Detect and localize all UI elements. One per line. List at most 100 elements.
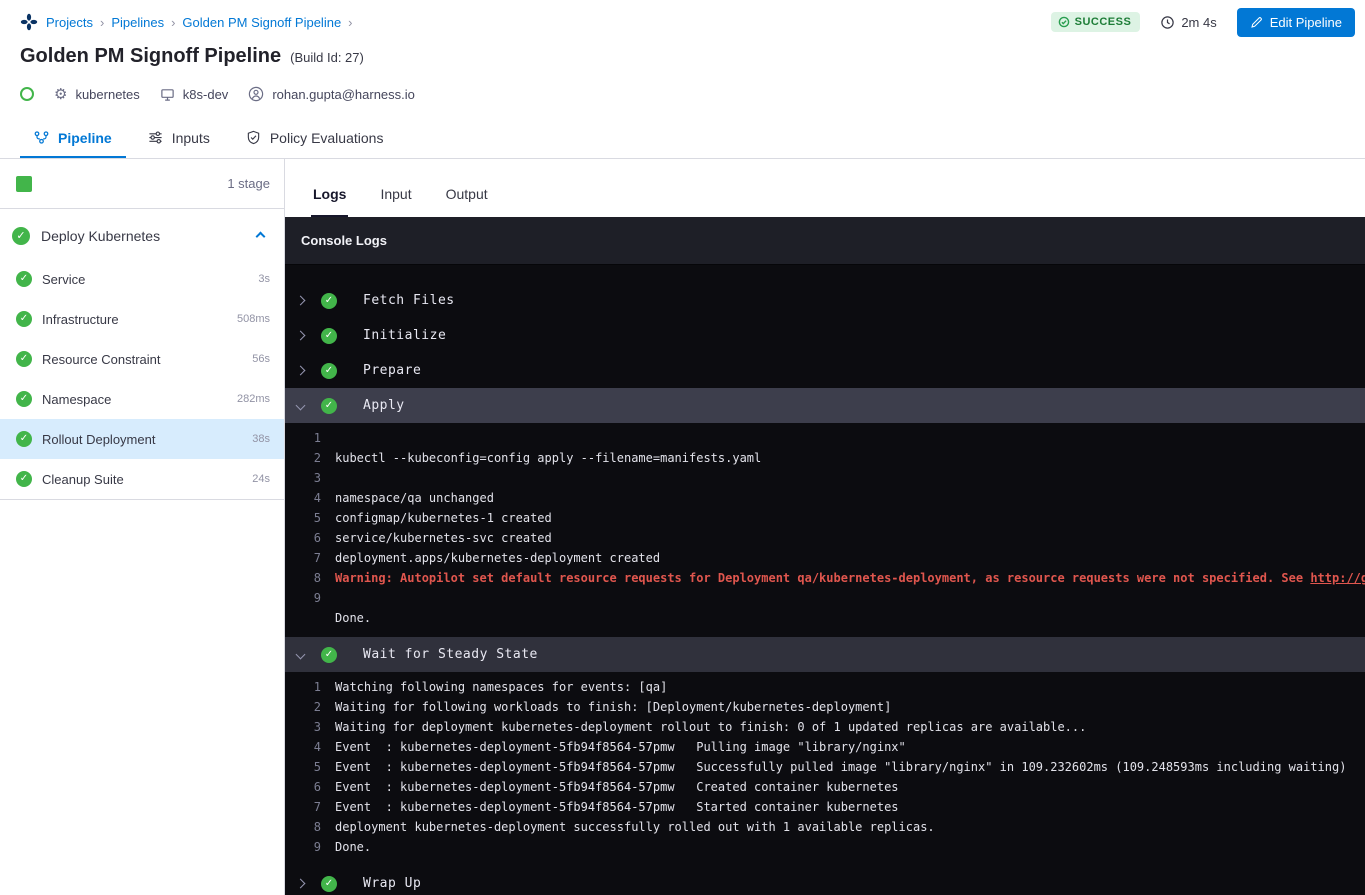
log-line-number: 3 (291, 720, 321, 734)
environment-label: k8s-dev (183, 87, 229, 102)
step-success-icon: ✓ (16, 271, 32, 287)
tab-input[interactable]: Input (378, 186, 413, 217)
log-line: 9Done. (285, 837, 1365, 857)
log-line: 9 (285, 588, 1365, 608)
stage-count-label: 1 stage (227, 176, 270, 191)
chevron-right-icon[interactable] (293, 332, 307, 339)
policy-shield-icon (246, 130, 261, 145)
log-section-prepare[interactable]: ✓Prepare (285, 353, 1365, 388)
log-line: 5configmap/kubernetes-1 created (285, 508, 1365, 528)
pencil-icon (1250, 16, 1263, 29)
log-line-number: 6 (291, 780, 321, 794)
step-success-icon: ✓ (16, 431, 32, 447)
success-check-icon (1058, 16, 1070, 28)
tab-inputs[interactable]: Inputs (134, 119, 224, 158)
log-line: 4Event : kubernetes-deployment-5fb94f856… (285, 737, 1365, 757)
chevron-right-icon[interactable] (293, 880, 307, 887)
edit-pipeline-button[interactable]: Edit Pipeline (1237, 8, 1355, 37)
log-line: 3 Waiting for deployment kubernetes-deplo… (285, 717, 1365, 737)
tab-policy-evaluations[interactable]: Policy Evaluations (232, 119, 398, 158)
log-section-name: Fetch Files (363, 293, 455, 308)
build-id: (Build Id: 27) (290, 50, 364, 65)
chevron-shape (295, 650, 305, 660)
log-line-number: 8 (291, 571, 321, 585)
chevron-shape (295, 366, 305, 376)
step-success-icon: ✓ (16, 471, 32, 487)
stage-count-row: 1 stage (0, 159, 284, 209)
step-row-cleanup-suite[interactable]: ✓Cleanup Suite24s (0, 459, 284, 499)
log-lines-wait-for-steady-state: 1Watching following namespaces for event… (285, 672, 1365, 866)
log-line: 4namespace/qa unchanged (285, 488, 1365, 508)
step-row-resource-constraint[interactable]: ✓Resource Constraint56s (0, 339, 284, 379)
log-section-name: Initialize (363, 328, 446, 343)
log-line: 1 (285, 428, 1365, 448)
section-success-icon: ✓ (321, 398, 337, 414)
breadcrumb-pipeline-name[interactable]: Golden PM Signoff Pipeline (182, 15, 341, 30)
tab-logs[interactable]: Logs (311, 186, 348, 217)
environment: k8s-dev (160, 87, 229, 102)
step-name: Cleanup Suite (42, 472, 124, 487)
log-section-wait-for-steady-state[interactable]: ✓Wait for Steady State (285, 637, 1365, 672)
stage-header-deploy-kubernetes[interactable]: ✓ Deploy Kubernetes (0, 209, 284, 259)
log-line: 8deployment kubernetes-deployment succes… (285, 817, 1365, 837)
step-row-service[interactable]: ✓Service3s (0, 259, 284, 299)
log-line: 7 deployment.apps/kubernetes-deployment c… (285, 548, 1365, 568)
status-badge: SUCCESS (1051, 12, 1141, 32)
log-line-number: 8 (291, 820, 321, 834)
log-line-number: 1 (291, 431, 321, 445)
chevron-right-icon[interactable] (293, 367, 307, 374)
log-line-number: 9 (291, 591, 321, 605)
chevron-up-icon (256, 232, 266, 242)
breadcrumb-pipelines[interactable]: Pipelines (111, 15, 164, 30)
console-title: Console Logs (301, 233, 387, 248)
step-success-icon: ✓ (16, 311, 32, 327)
log-section-initialize[interactable]: ✓ Initialize (285, 318, 1365, 353)
section-success-icon: ✓ (321, 328, 337, 344)
log-line-text: Done. (335, 840, 371, 854)
tab-output[interactable]: Output (444, 186, 490, 217)
log-line-text: Event : kubernetes-deployment-5fb94f8564… (335, 780, 899, 794)
section-success-icon: ✓ (321, 363, 337, 379)
log-line: 2kubectl --kubeconfig=config apply --fil… (285, 448, 1365, 468)
log-line-number: 5 (291, 760, 321, 774)
log-link[interactable]: http://g (1310, 571, 1365, 585)
chevron-right-icon[interactable] (293, 297, 307, 304)
tab-pipeline-label: Pipeline (58, 130, 112, 146)
stage-sidebar: 1 stage ✓ Deploy Kubernetes ✓Service3s✓I… (0, 159, 285, 895)
breadcrumb-projects[interactable]: Projects (46, 15, 93, 30)
log-section-apply[interactable]: ✓ Apply (285, 388, 1365, 423)
step-row-rollout-deployment[interactable]: ✓Rollout Deployment38s (0, 419, 284, 459)
log-line-number: 7 (291, 551, 321, 565)
header-actions: SUCCESS 2m 4s Edit Pipeline (1051, 8, 1355, 37)
step-row-namespace[interactable]: ✓Namespace282ms (0, 379, 284, 419)
log-line-text: Waiting for deployment kubernetes-deploy… (335, 720, 1086, 734)
step-duration: 38s (252, 433, 270, 445)
chevron-down-icon[interactable] (293, 402, 307, 409)
step-success-icon: ✓ (16, 391, 32, 407)
chevron-down-icon[interactable] (293, 651, 307, 658)
step-row-infrastructure[interactable]: ✓Infrastructure508ms (0, 299, 284, 339)
log-section-wrap-up[interactable]: ✓Wrap Up (285, 866, 1365, 895)
gear-icon: ⚙ (54, 87, 67, 102)
log-line-text: Event : kubernetes-deployment-5fb94f8564… (335, 760, 1346, 774)
collapse-stage-button[interactable] (257, 227, 264, 245)
title-row: Golden PM Signoff Pipeline (Build Id: 27… (20, 45, 1355, 68)
log-line-number: 6 (291, 531, 321, 545)
log-area: Logs Input Output Console Logs ✓Fetch Fi… (285, 159, 1365, 895)
page-header: Projects › Pipelines › Golden PM Signoff… (0, 0, 1365, 105)
clock-icon (1160, 15, 1175, 30)
inputs-icon (148, 130, 163, 145)
step-duration: 3s (258, 273, 270, 285)
edit-pipeline-label: Edit Pipeline (1270, 15, 1342, 30)
log-line: 6 Event : kubernetes-deployment-5fb94f856… (285, 777, 1365, 797)
log-line-text: namespace/qa unchanged (335, 491, 494, 505)
log-line-text: deployment.apps/kubernetes-deployment cr… (335, 551, 660, 565)
log-line-text: Warning: Autopilot set default resource … (335, 571, 1365, 585)
trigger-user-email: rohan.gupta@harness.io (272, 87, 415, 102)
tab-pipeline[interactable]: Pipeline (20, 119, 126, 158)
log-section-name: Apply (363, 398, 405, 413)
log-section-fetch-files[interactable]: ✓Fetch Files (285, 283, 1365, 318)
console-header: Console Logs (285, 217, 1365, 265)
environment-icon (160, 87, 175, 102)
step-name: Resource Constraint (42, 352, 161, 367)
